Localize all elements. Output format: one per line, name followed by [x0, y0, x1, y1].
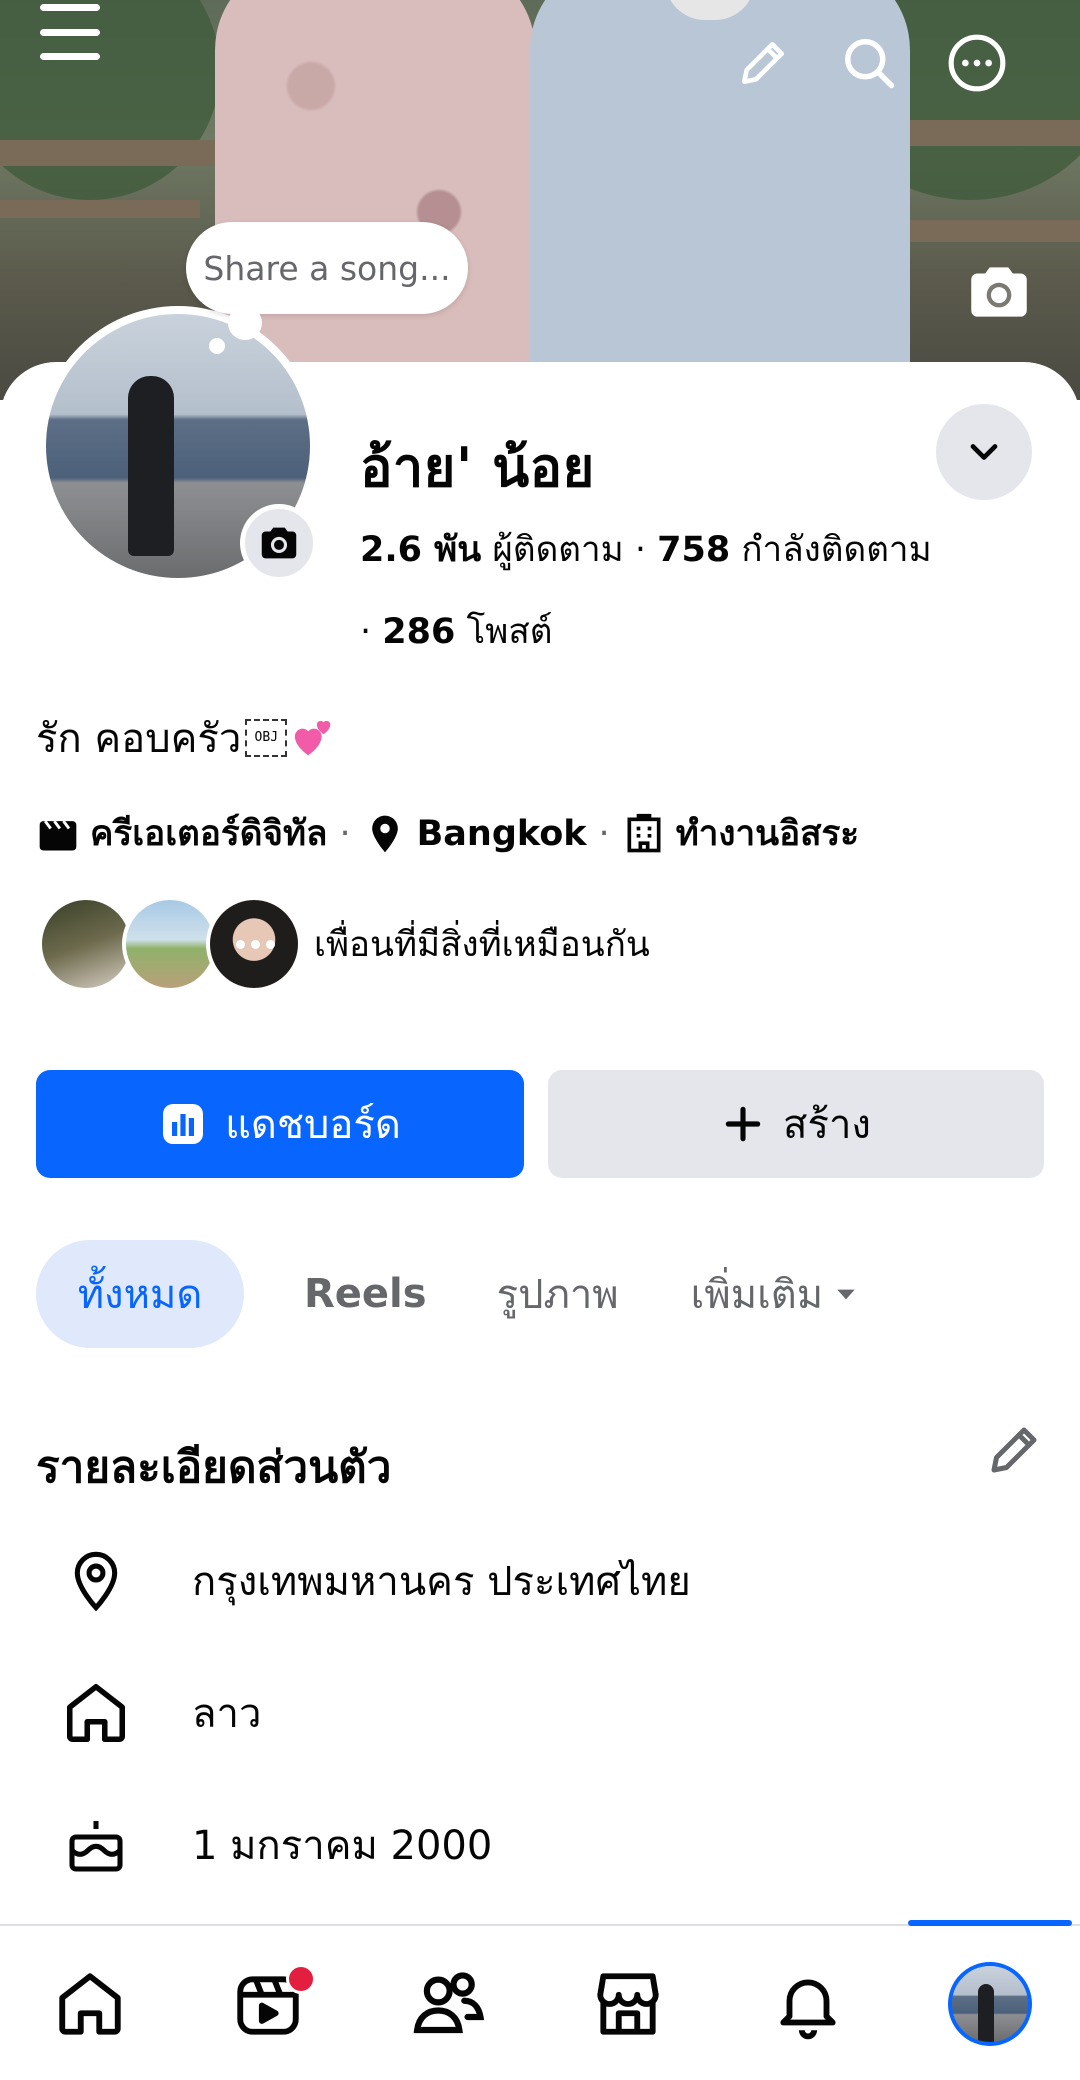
dashboard-button[interactable]: แดชบอร์ด: [36, 1070, 524, 1178]
profile-stats[interactable]: 2.6 พัน ผู้ติดตาม · 758 กำลังติดตาม: [360, 522, 932, 577]
two-hearts-icon: [295, 720, 331, 756]
plus-icon: [725, 1106, 761, 1142]
search-icon[interactable]: [834, 28, 904, 98]
nav-friends[interactable]: [388, 1944, 508, 2064]
nav-marketplace[interactable]: [568, 1944, 688, 2064]
dashboard-label: แดชบอร์ด: [225, 1102, 401, 1148]
location-pin-icon: [371, 815, 398, 852]
mutual-friends-row[interactable]: เพื่อนที่มีสิ่งที่เหมือนกัน: [38, 896, 650, 992]
chart-icon: [163, 1104, 204, 1144]
tab-photos[interactable]: รูปภาพ: [461, 1240, 655, 1348]
detail-row-current-city[interactable]: กรุงเทพมหานคร ประเทศไทย: [60, 1536, 1040, 1626]
tab-more[interactable]: เพิ่มเติม: [655, 1240, 895, 1348]
expand-profile-button[interactable]: [936, 404, 1032, 500]
object-replacement-glyph: OBJ: [245, 719, 288, 757]
tab-all[interactable]: ทั้งหมด: [36, 1240, 244, 1348]
work-label: ทำงานอิสระ: [675, 814, 860, 854]
cover-camera-icon[interactable]: [962, 255, 1036, 329]
song-bubble-tail-small: [209, 338, 225, 354]
posts-stats[interactable]: · 286 โพสต์: [360, 604, 552, 659]
share-song-bubble[interactable]: Share a song...: [186, 222, 468, 314]
bio-text: รัก คอบครัว: [36, 716, 242, 762]
menu-icon[interactable]: [38, 4, 102, 60]
profile-name: อ้าย' น้อย: [360, 436, 595, 499]
more-options-icon[interactable]: [942, 28, 1012, 98]
active-tab-indicator: [908, 1920, 1072, 1926]
profile-camera-icon[interactable]: [240, 504, 318, 582]
edit-details-pencil-icon[interactable]: [984, 1420, 1044, 1480]
location-pin-icon: [60, 1545, 132, 1617]
marketplace-icon: [597, 1973, 659, 2035]
birthday-cake-icon: [60, 1809, 132, 1881]
profile-tabs: ทั้งหมด Reels รูปภาพ เพิ่มเติม: [36, 1240, 895, 1348]
followers-count: 2.6 พัน: [360, 530, 482, 570]
friends-icon: [413, 1972, 485, 2034]
current-city-text: กรุงเทพมหานคร ประเทศไทย: [192, 1559, 691, 1605]
mutual-friend-avatar: [122, 896, 218, 992]
caret-down-icon: [837, 1289, 855, 1300]
home-icon: [59, 1973, 121, 2035]
detail-row-birthday[interactable]: 1 มกราคม 2000: [60, 1800, 1040, 1890]
clapperboard-icon: [39, 819, 77, 850]
bottom-navigation-bar: [0, 1920, 1080, 2080]
chevron-down-icon: [970, 444, 998, 460]
song-bubble-tail: [228, 306, 262, 340]
reels-notification-badge: [286, 1964, 316, 1994]
followers-label: ผู้ติดตาม: [492, 530, 624, 570]
nav-home[interactable]: [30, 1944, 150, 2064]
dot-separator: ·: [634, 530, 658, 570]
following-label: กำลังติดตาม: [741, 530, 932, 570]
following-count: 758: [657, 530, 731, 570]
office-building-icon: [627, 813, 661, 852]
creator-category: ครีเอเตอร์ดิจิทัล: [90, 814, 328, 854]
location-label: Bangkok: [416, 813, 587, 854]
profile-bio: รัก คอบครัว OBJ: [36, 706, 337, 770]
personal-details-title: รายละเอียดส่วนตัว: [36, 1442, 392, 1493]
notifications-bell-icon: [780, 1979, 836, 2040]
posts-count: 286: [382, 612, 456, 652]
tab-more-label: เพิ่มเติม: [690, 1272, 824, 1318]
nav-notifications[interactable]: [748, 1944, 868, 2064]
profile-intro-row: ครีเอเตอร์ดิจิทัล · Bangkok · ทำงานอิสระ: [36, 806, 859, 861]
hometown-text: ลาว: [192, 1691, 262, 1737]
nav-reels[interactable]: [208, 1944, 328, 2064]
create-label: สร้าง: [783, 1102, 871, 1148]
edit-pencil-icon[interactable]: [728, 28, 798, 98]
nav-profile[interactable]: [930, 1944, 1050, 2064]
tab-reels[interactable]: Reels: [270, 1240, 461, 1348]
birthday-text: 1 มกราคม 2000: [192, 1823, 493, 1869]
home-icon: [60, 1677, 132, 1749]
posts-label: โพสต์: [466, 612, 553, 652]
dot-separator: ·: [360, 612, 383, 652]
mutual-friend-avatar: [206, 896, 302, 992]
mutual-friend-avatar: [38, 896, 134, 992]
create-button[interactable]: สร้าง: [548, 1070, 1044, 1178]
profile-avatar: [948, 1962, 1032, 2046]
mutual-friends-text: เพื่อนที่มีสิ่งที่เหมือนกัน: [314, 924, 650, 965]
detail-row-hometown[interactable]: ลาว: [60, 1668, 1040, 1758]
